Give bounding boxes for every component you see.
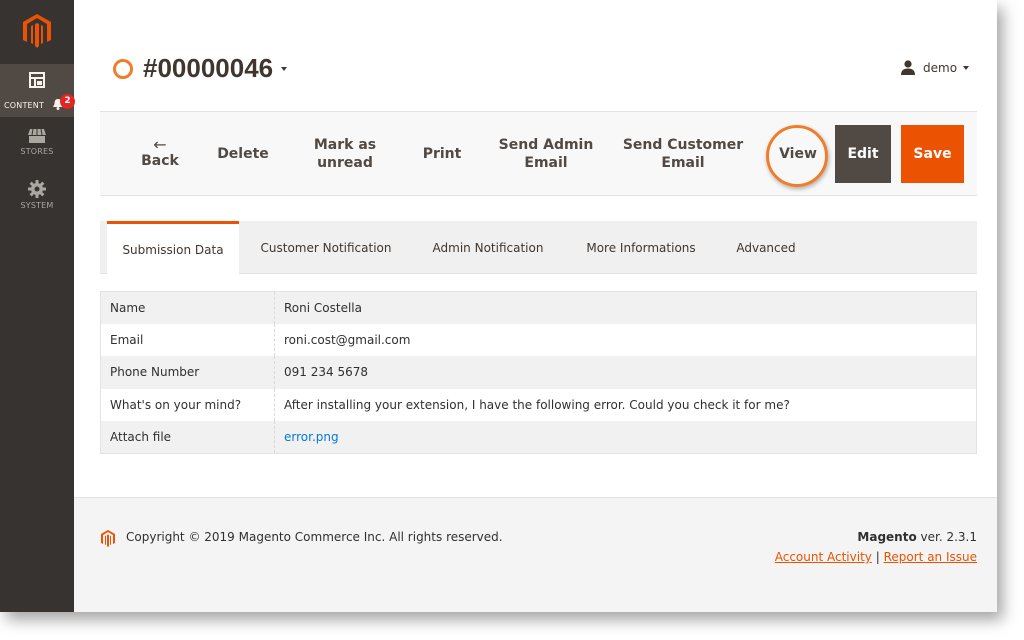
status-ring-icon xyxy=(113,58,133,79)
sidebar-item-system[interactable]: SYSTEM xyxy=(0,180,74,210)
send-customer-email-button[interactable]: Send Customer Email xyxy=(622,112,744,195)
tab-customer-notification[interactable]: Customer Notification xyxy=(253,221,399,274)
chevron-down-icon xyxy=(963,65,970,70)
field-value: Roni Costella xyxy=(274,291,977,324)
sidebar-item-content[interactable]: CONTENT xyxy=(0,64,74,117)
magento-logo-icon[interactable] xyxy=(23,14,51,48)
copyright-text: Copyright © 2019 Magento Commerce Inc. A… xyxy=(126,530,503,544)
mark-as-unread-button[interactable]: Mark as unread xyxy=(300,112,390,195)
field-label: Phone Number xyxy=(100,356,275,389)
view-button[interactable]: View xyxy=(771,112,825,195)
sidebar-item-stores[interactable]: STORES xyxy=(0,128,74,156)
view-label: View xyxy=(779,145,817,162)
admin-sidebar: CONTENT 2 STORES SYSTEM xyxy=(0,0,75,612)
table-row: Attach file error.png xyxy=(100,421,977,454)
attachment-link[interactable]: error.png xyxy=(284,430,339,444)
tab-advanced[interactable]: Advanced xyxy=(726,221,806,274)
print-button[interactable]: Print xyxy=(416,112,468,195)
field-value: error.png xyxy=(274,421,977,454)
version-info: Magento ver. 2.3.1 xyxy=(857,530,977,544)
submission-data-table: Name Roni Costella Email roni.cost@gmail… xyxy=(100,291,977,454)
notification-badge[interactable]: 2 xyxy=(60,94,75,109)
send-admin-label-line1: Send Admin xyxy=(498,136,594,153)
field-label: Attach file xyxy=(100,421,275,454)
user-name: demo xyxy=(923,60,958,75)
print-label: Print xyxy=(422,145,462,162)
send-customer-label-line2: Email xyxy=(661,154,705,171)
store-awning-icon xyxy=(28,128,46,143)
send-customer-label-line1: Send Customer xyxy=(622,136,744,153)
brand-name: Magento xyxy=(857,530,917,544)
field-value: After installing your extension, I have … xyxy=(274,388,977,422)
page-title: #00000046 xyxy=(143,53,274,83)
field-value: roni.cost@gmail.com xyxy=(274,323,977,357)
user-account-menu[interactable]: demo xyxy=(900,60,970,75)
version-number: ver. 2.3.1 xyxy=(916,530,977,544)
send-admin-email-button[interactable]: Send Admin Email xyxy=(496,112,596,195)
mark-unread-label-line1: Mark as xyxy=(313,136,377,153)
tab-submission-data[interactable]: Submission Data xyxy=(107,221,239,275)
sidebar-item-label: STORES xyxy=(20,147,54,156)
link-separator: | xyxy=(875,550,880,564)
back-button[interactable]: ← Back xyxy=(140,112,180,195)
field-label: Email xyxy=(100,323,275,357)
gear-icon xyxy=(28,180,46,198)
account-activity-link[interactable]: Account Activity xyxy=(775,550,872,564)
footer-links: Account Activity | Report an Issue xyxy=(775,550,977,564)
sidebar-item-label: CONTENT xyxy=(4,101,45,110)
content-layout-icon xyxy=(29,72,45,88)
field-label: What's on your mind? xyxy=(100,388,275,422)
admin-window: CONTENT 2 STORES SYSTEM #00000046 demo ←… xyxy=(0,0,997,612)
submission-tabs: Submission Data Customer Notification Ad… xyxy=(100,221,977,275)
save-button[interactable]: Save xyxy=(901,125,964,183)
user-icon xyxy=(901,60,915,75)
tab-admin-notification[interactable]: Admin Notification xyxy=(420,221,556,274)
field-label: Name xyxy=(100,291,275,324)
edit-button[interactable]: Edit xyxy=(835,125,891,183)
tab-more-informations[interactable]: More Informations xyxy=(577,221,705,274)
back-label: Back xyxy=(141,152,179,169)
table-row: Email roni.cost@gmail.com xyxy=(100,323,977,357)
field-value: 091 234 5678 xyxy=(274,356,977,389)
arrow-left-icon: ← xyxy=(153,134,167,154)
mark-unread-label-line2: unread xyxy=(317,154,373,171)
table-row: What's on your mind? After installing yo… xyxy=(100,388,977,422)
send-admin-label-line2: Email xyxy=(524,154,568,171)
sidebar-item-label: SYSTEM xyxy=(20,201,54,210)
page-footer: Copyright © 2019 Magento Commerce Inc. A… xyxy=(74,497,997,612)
chevron-down-icon[interactable] xyxy=(281,66,288,71)
magento-logo-icon xyxy=(101,530,115,547)
table-row: Name Roni Costella xyxy=(100,291,977,324)
delete-button[interactable]: Delete xyxy=(212,112,274,195)
page-title-area[interactable]: #00000046 xyxy=(113,53,288,84)
delete-label: Delete xyxy=(217,145,269,162)
page-actions-toolbar: ← Back Delete Mark as unread Print Send … xyxy=(100,111,977,196)
report-issue-link[interactable]: Report an Issue xyxy=(884,550,977,564)
table-row: Phone Number 091 234 5678 xyxy=(100,356,977,389)
